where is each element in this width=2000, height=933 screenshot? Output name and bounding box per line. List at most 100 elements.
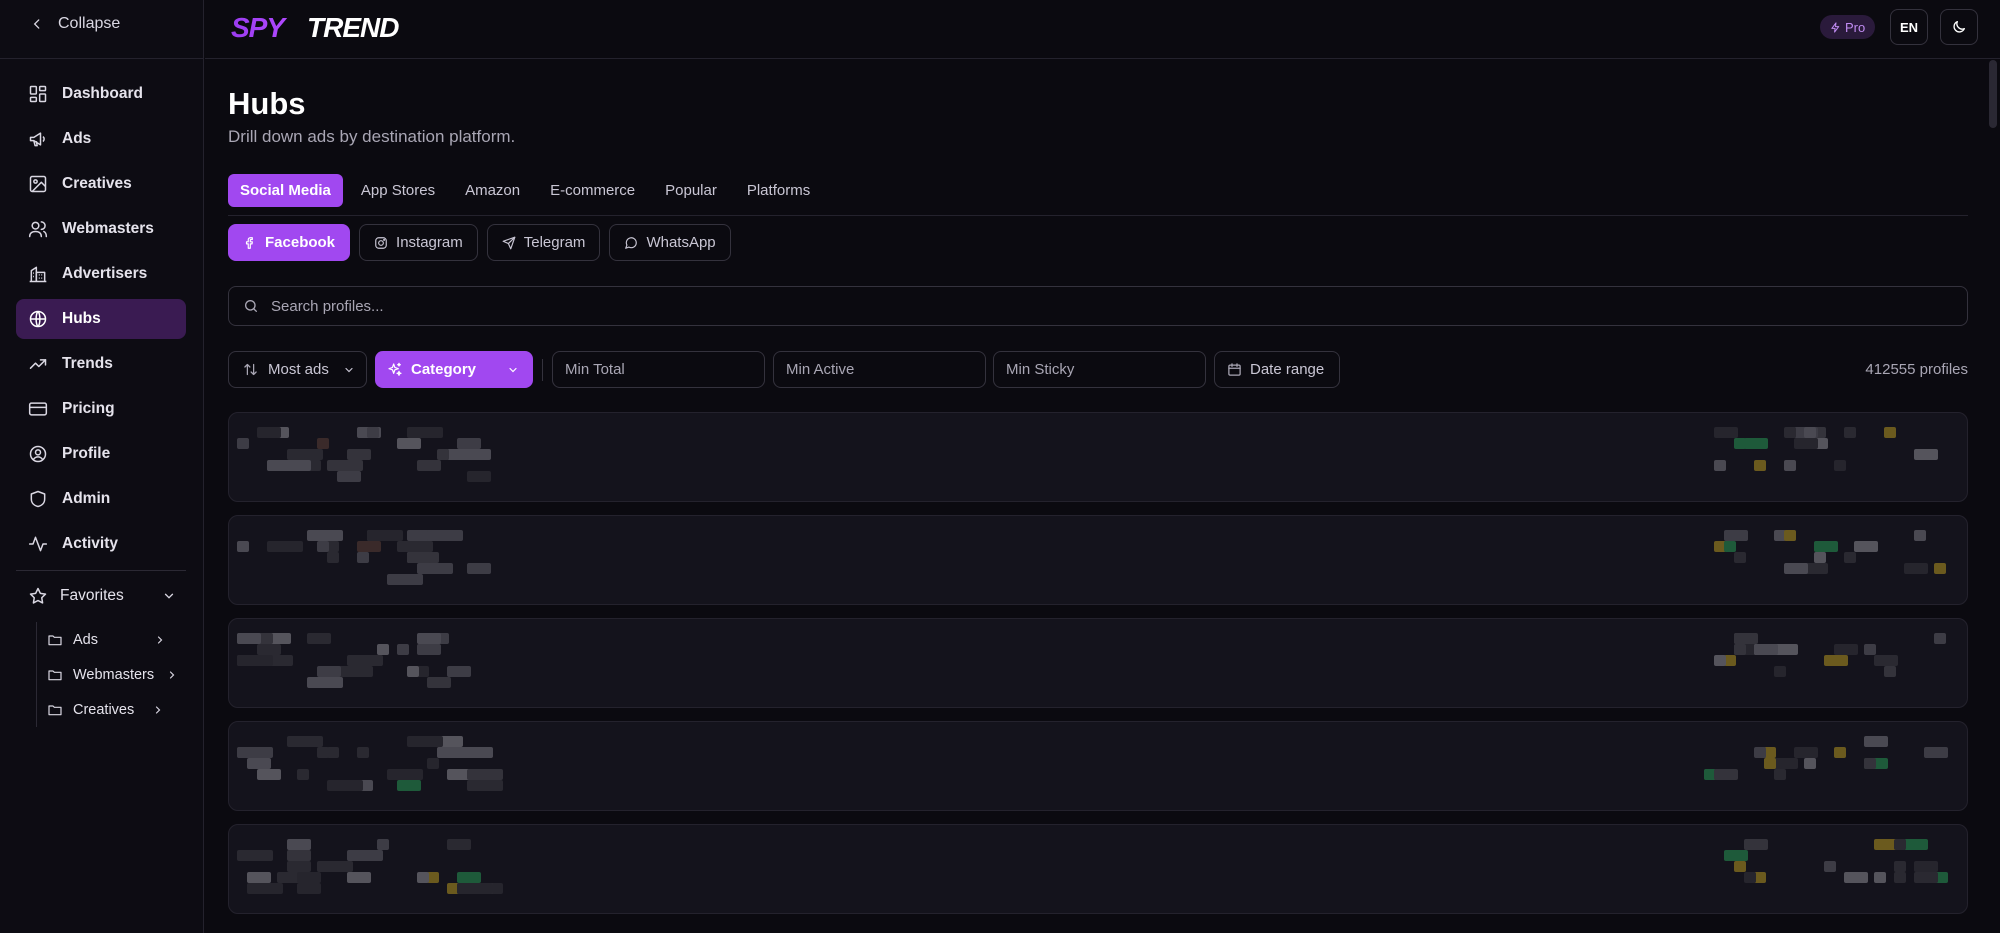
sidebar-item-profile[interactable]: Profile [16,434,186,474]
min-active-input[interactable] [773,351,986,388]
theme-toggle-button[interactable] [1940,9,1978,45]
redacted-block [1934,633,1946,644]
platform-label: WhatsApp [646,234,716,251]
collapse-button[interactable]: Collapse [30,15,120,33]
folder-icon [48,704,62,715]
tab-e-commerce[interactable]: E-commerce [538,174,647,207]
search-input[interactable] [271,297,1871,315]
platform-label: Instagram [396,234,463,251]
redacted-block [237,850,273,861]
chevron-right-icon [169,670,175,679]
redacted-block [347,655,383,666]
sidebar-item-creatives[interactable]: Creatives [16,164,186,204]
chevron-down-icon [345,367,353,372]
activity-icon [28,536,48,552]
tab-platforms[interactable]: Platforms [735,174,822,207]
chevron-right-icon [155,705,161,714]
category-tabs: Social Media App Stores Amazon E-commerc… [228,174,822,207]
list-item[interactable] [228,721,1968,811]
platform-instagram-button[interactable]: Instagram [359,224,478,261]
sidebar-item-dashboard[interactable]: Dashboard [16,74,186,114]
favorites-item-webmasters[interactable]: Webmasters [37,657,176,692]
sidebar-item-admin[interactable]: Admin [16,479,186,519]
redacted-block [1734,644,1746,655]
sidebar-item-pricing[interactable]: Pricing [16,389,186,429]
redacted-block [1784,427,1796,438]
redacted-block [1914,872,1938,883]
favorites-item-creatives[interactable]: Creatives [37,692,176,727]
list-item[interactable] [228,618,1968,708]
date-range-button[interactable]: Date range [1214,351,1340,388]
sidebar-item-webmasters[interactable]: Webmasters [16,209,186,249]
platform-facebook-button[interactable]: Facebook [228,224,351,261]
redacted-block [1734,633,1758,644]
redacted-block [457,872,481,883]
sidebar-divider [16,570,186,571]
redacted-block [1714,655,1726,666]
platform-whatsapp-button[interactable]: WhatsApp [609,224,731,261]
category-dropdown[interactable]: Category [375,351,533,388]
instagram-icon [375,236,387,249]
sort-dropdown[interactable]: Most ads [228,351,367,388]
redacted-block [427,530,463,541]
redacted-block [457,883,493,894]
tab-amazon[interactable]: Amazon [453,174,532,207]
sidebar-item-label: Activity [62,535,118,552]
moon-icon [1953,21,1965,33]
page-scrollbar[interactable] [1989,60,1997,128]
redacted-block [417,644,441,655]
facebook-icon [245,236,253,249]
globe-icon [29,310,47,328]
redacted-block [317,861,353,872]
list-item[interactable] [228,515,1968,605]
redacted-block [347,449,371,460]
sidebar-item-ads[interactable]: Ads [16,119,186,159]
tab-social-media[interactable]: Social Media [228,174,343,207]
redacted-block [1784,563,1808,574]
svg-text:SPY: SPY [231,12,287,42]
redacted-block [1794,747,1818,758]
list-item[interactable] [228,824,1968,914]
sidebar-item-activity[interactable]: Activity [16,524,186,564]
platform-telegram-button[interactable]: Telegram [486,224,601,261]
sidebar-item-hubs[interactable]: Hubs [16,299,186,339]
redacted-block [307,530,343,541]
spytrend-logo[interactable]: SPY TREND [229,12,449,42]
redacted-block [467,563,491,574]
profiles-count: 412555 profiles [1865,361,1968,378]
redacted-block [1924,747,1948,758]
redacted-block [237,655,273,666]
redacted-block [1774,769,1786,780]
sidebar-item-trends[interactable]: Trends [16,344,186,384]
sidebar-item-label: Ads [62,130,92,147]
sidebar-item-advertisers[interactable]: Advertisers [16,254,186,294]
language-button[interactable]: EN [1890,9,1928,45]
list-item[interactable] [228,412,1968,502]
redacted-block [1864,644,1876,655]
favorites-item-ads[interactable]: Ads [37,622,176,657]
redacted-block [357,747,369,758]
redacted-block [427,758,439,769]
redacted-block [347,850,383,861]
sidebar-item-label: Trends [62,355,113,372]
tab-app-stores[interactable]: App Stores [349,174,447,207]
favorites-toggle[interactable]: Favorites [28,586,176,606]
filter-separator [542,359,543,381]
redacted-block [1934,563,1946,574]
redacted-block [317,666,341,677]
redacted-block [1734,861,1746,872]
redacted-block [1864,758,1876,769]
min-sticky-input[interactable] [993,351,1206,388]
redacted-block [1874,655,1898,666]
page-subtitle: Drill down ads by destination platform. [228,127,516,146]
platform-label: Facebook [265,234,336,251]
tab-popular[interactable]: Popular [653,174,729,207]
sidebar-item-label: Admin [62,490,111,507]
min-total-input[interactable] [552,351,765,388]
redacted-block [1844,427,1856,438]
redacted-block [1894,872,1906,883]
redacted-block [1784,530,1796,541]
redacted-block [1844,872,1868,883]
redacted-block [267,541,303,552]
redacted-block [407,552,431,563]
